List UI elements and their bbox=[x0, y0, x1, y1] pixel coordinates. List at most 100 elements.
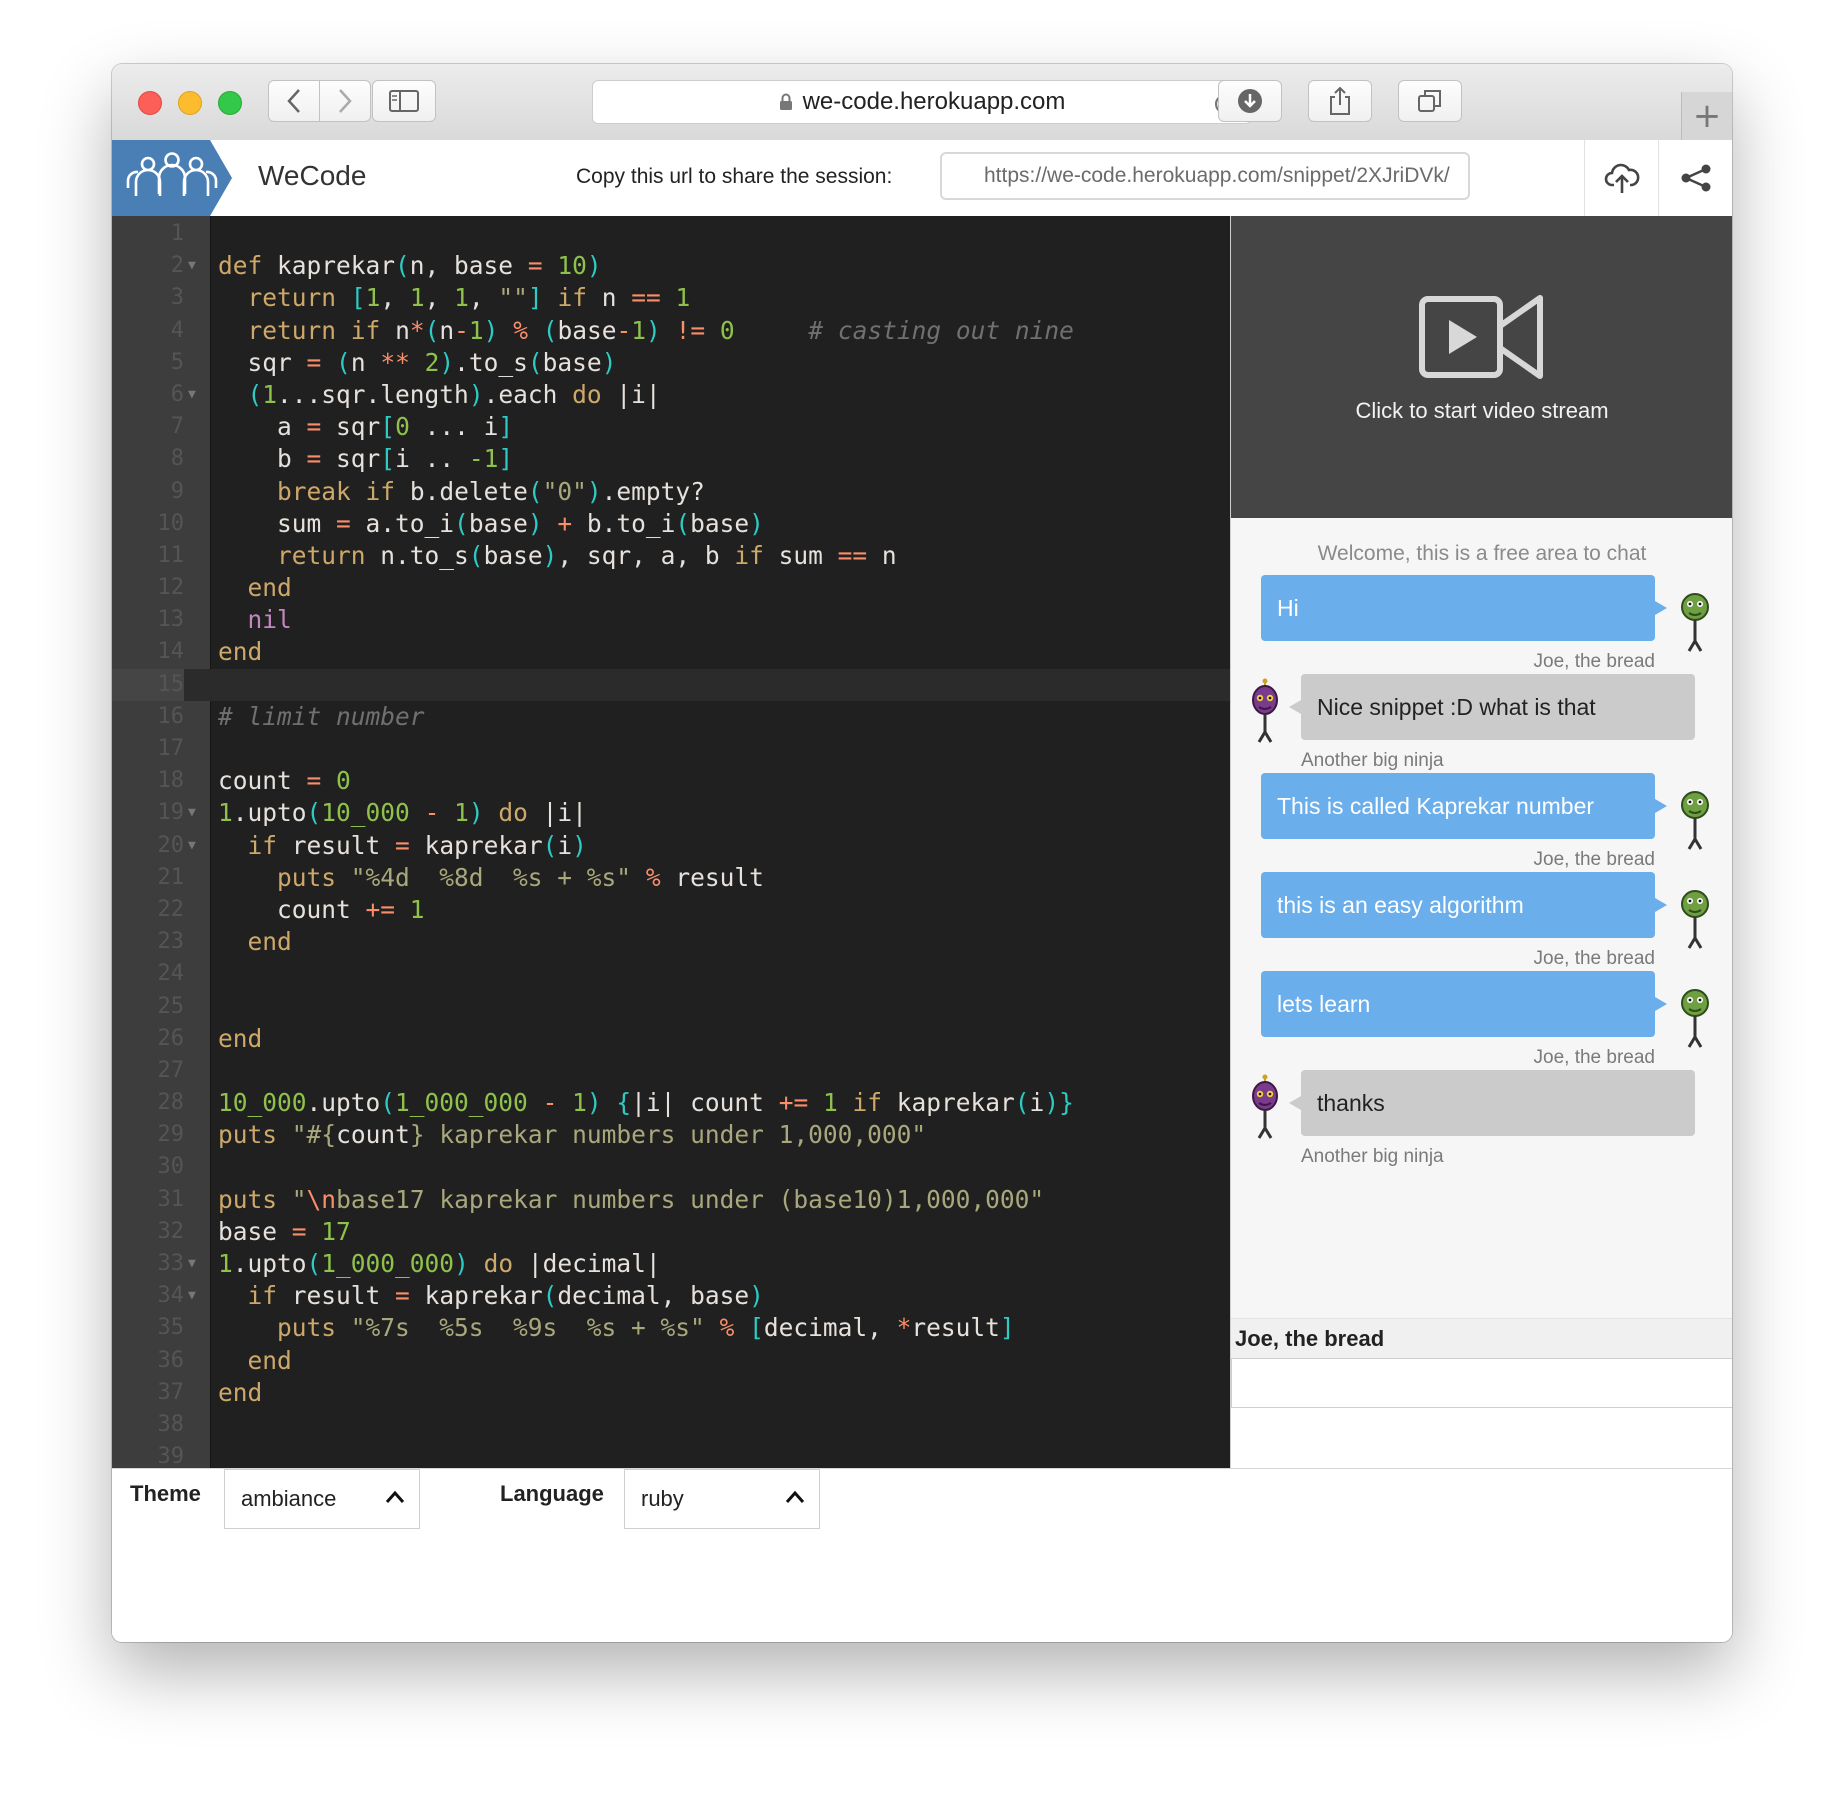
code-line[interactable]: 4 return if n*(n-1) % (base-1) != 0 # ca… bbox=[112, 315, 1230, 347]
line-number: 9 bbox=[170, 478, 184, 504]
video-start-label: Click to start video stream bbox=[1355, 398, 1609, 423]
code-line[interactable]: 17 bbox=[112, 733, 1230, 765]
line-number: 25 bbox=[157, 993, 185, 1019]
code-line[interactable]: 13 nil bbox=[112, 604, 1230, 636]
code-line[interactable]: 7 a = sqr[0 ... i] bbox=[112, 411, 1230, 443]
line-number: 29 bbox=[157, 1122, 185, 1148]
code-line[interactable]: 10 sum = a.to_i(base) + b.to_i(base) bbox=[112, 508, 1230, 540]
share-session-button[interactable] bbox=[1658, 140, 1732, 216]
line-number: 3 bbox=[170, 285, 184, 311]
chat-input[interactable] bbox=[1231, 1358, 1732, 1408]
zoom-window-button[interactable] bbox=[218, 91, 242, 115]
theme-select[interactable]: ambiance bbox=[224, 1469, 420, 1529]
message-bubble: Nice snippet :D what is that bbox=[1289, 674, 1695, 740]
line-number: 22 bbox=[157, 896, 185, 922]
code-editor[interactable]: 1 2 ▼ def kaprekar(n, base = 10) 3 return [1… bbox=[112, 216, 1230, 1468]
forward-button[interactable] bbox=[319, 80, 371, 122]
code-text: def kaprekar(n, base = 10) bbox=[218, 251, 602, 281]
code-line[interactable]: 11 return n.to_s(base), sqr, a, b if sum… bbox=[112, 540, 1230, 572]
message-text: Hi bbox=[1277, 594, 1299, 621]
purple-monster-avatar bbox=[1247, 1074, 1283, 1140]
fold-arrow-icon[interactable]: ▼ bbox=[188, 1248, 196, 1280]
line-number: 10 bbox=[157, 510, 185, 536]
message-bubble: this is an easy algorithm bbox=[1261, 872, 1667, 938]
minimize-window-button[interactable] bbox=[178, 91, 202, 115]
code-line[interactable]: 2 ▼ def kaprekar(n, base = 10) bbox=[112, 250, 1230, 282]
back-button[interactable] bbox=[268, 80, 320, 122]
code-line[interactable]: 8 b = sqr[i .. -1] bbox=[112, 443, 1230, 475]
line-number: 6 bbox=[170, 381, 184, 407]
code-line[interactable]: 15 bbox=[112, 668, 1230, 701]
line-number: 26 bbox=[157, 1025, 185, 1051]
line-number: 32 bbox=[157, 1218, 185, 1244]
code-line[interactable]: 29 puts "#{count} kaprekar numbers under … bbox=[112, 1119, 1230, 1151]
message-bubble: lets learn bbox=[1261, 971, 1667, 1037]
tabs-overview-button[interactable] bbox=[1398, 80, 1462, 122]
code-line[interactable]: 14 end bbox=[112, 636, 1230, 668]
code-line[interactable]: 9 break if b.delete("0").empty? bbox=[112, 476, 1230, 508]
code-line[interactable]: 1 bbox=[112, 218, 1230, 250]
message-bubble: Hi bbox=[1261, 575, 1667, 641]
code-line[interactable]: 16 # limit number bbox=[112, 701, 1230, 733]
fold-arrow-icon[interactable]: ▼ bbox=[188, 1280, 196, 1312]
code-line[interactable]: 6 ▼ (1...sqr.length).each do |i| bbox=[112, 379, 1230, 411]
code-line[interactable]: 31 puts "\nbase17 kaprekar numbers under … bbox=[112, 1184, 1230, 1216]
code-line[interactable]: 23 end bbox=[112, 926, 1230, 958]
code-text: puts "%7s %5s %9s %s + %s" % [decimal, *… bbox=[277, 1313, 1015, 1343]
code-line[interactable]: 32 base = 17 bbox=[112, 1216, 1230, 1248]
share-nodes-icon bbox=[1681, 164, 1711, 192]
code-line[interactable]: 35 puts "%7s %5s %9s %s + %s" % [decimal… bbox=[112, 1312, 1230, 1344]
code-text: 10_000.upto(1_000_000 - 1) {|i| count +=… bbox=[218, 1088, 1074, 1118]
code-line[interactable]: 20 ▼ if result = kaprekar(i) bbox=[112, 830, 1230, 862]
address-bar[interactable]: we-code.herokuapp.com bbox=[592, 80, 1252, 124]
close-window-button[interactable] bbox=[138, 91, 162, 115]
sidebar-toggle-button[interactable] bbox=[372, 80, 436, 122]
video-stream-panel[interactable]: Click to start video stream bbox=[1231, 216, 1732, 518]
code-line[interactable]: 22 count += 1 bbox=[112, 894, 1230, 926]
code-text: puts "\nbase17 kaprekar numbers under (b… bbox=[218, 1184, 1045, 1214]
code-line[interactable]: 18 count = 0 bbox=[112, 765, 1230, 797]
line-number: 2 bbox=[170, 253, 184, 279]
code-line[interactable]: 21 puts "%4d %8d %s + %s" % result bbox=[112, 862, 1230, 894]
theme-label: Theme bbox=[130, 1481, 201, 1506]
code-line[interactable]: 25 bbox=[112, 991, 1230, 1023]
code-line[interactable]: 39 bbox=[112, 1441, 1230, 1468]
share-button[interactable] bbox=[1308, 80, 1372, 122]
code-line[interactable]: 24 bbox=[112, 958, 1230, 990]
editor-settings-bar: Theme ambiance Language ruby bbox=[112, 1468, 1732, 1642]
line-number: 19 bbox=[157, 800, 185, 826]
code-line[interactable]: 30 bbox=[112, 1151, 1230, 1183]
share-url-field[interactable]: https://we-code.herokuapp.com/snippet/2X… bbox=[940, 152, 1470, 200]
code-line[interactable]: 34 ▼ if result = kaprekar(decimal, base) bbox=[112, 1280, 1230, 1312]
downloads-button[interactable] bbox=[1218, 80, 1282, 122]
code-line[interactable]: 28 10_000.upto(1_000_000 - 1) {|i| count … bbox=[112, 1087, 1230, 1119]
code-line[interactable]: 12 end bbox=[112, 572, 1230, 604]
fold-arrow-icon[interactable]: ▼ bbox=[188, 797, 196, 829]
side-panel: Click to start video stream Welcome, thi… bbox=[1230, 216, 1732, 1468]
chat-current-user: Joe, the bread bbox=[1231, 1318, 1732, 1358]
code-line[interactable]: 3 return [1, 1, 1, ""] if n == 1 bbox=[112, 282, 1230, 314]
code-line[interactable]: 36 end bbox=[112, 1345, 1230, 1377]
fold-arrow-icon[interactable]: ▼ bbox=[188, 830, 196, 862]
language-select[interactable]: ruby bbox=[624, 1469, 820, 1529]
code-text: nil bbox=[247, 605, 292, 635]
code-line[interactable]: 33 ▼ 1.upto(1_000_000) do |decimal| bbox=[112, 1248, 1230, 1280]
code-line[interactable]: 26 end bbox=[112, 1023, 1230, 1055]
line-number: 5 bbox=[170, 349, 184, 375]
fold-arrow-icon[interactable]: ▼ bbox=[188, 250, 196, 282]
code-line[interactable]: 5 sqr = (n ** 2).to_s(base) bbox=[112, 347, 1230, 379]
chat-message: thanks Another big ninja bbox=[1231, 1070, 1732, 1186]
code-line[interactable]: 37 end bbox=[112, 1377, 1230, 1409]
code-text: sum = a.to_i(base) + b.to_i(base) bbox=[218, 508, 764, 538]
cloud-upload-icon bbox=[1604, 163, 1640, 193]
code-line[interactable]: 19 ▼ 1.upto(10_000 - 1) do |i| bbox=[112, 797, 1230, 829]
fold-arrow-icon[interactable]: ▼ bbox=[188, 379, 196, 411]
new-tab-button[interactable]: + bbox=[1681, 92, 1732, 140]
message-text: Nice snippet :D what is that bbox=[1317, 693, 1596, 720]
code-line[interactable]: 38 bbox=[112, 1409, 1230, 1441]
upload-button[interactable] bbox=[1584, 140, 1659, 216]
sidebar-icon bbox=[389, 90, 419, 112]
language-label: Language bbox=[500, 1481, 604, 1506]
code-line[interactable]: 27 bbox=[112, 1055, 1230, 1087]
line-number: 39 bbox=[157, 1444, 185, 1468]
